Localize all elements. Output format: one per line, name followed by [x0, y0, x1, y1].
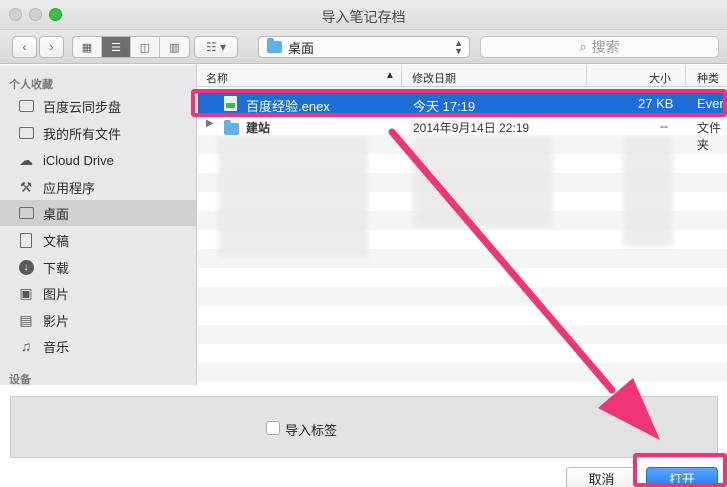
sidebar-item-icloud[interactable]: ☁ iCloud Drive [0, 147, 196, 173]
location-popup[interactable]: 桌面 ▲ ▼ [258, 36, 470, 58]
cloud-icon: ☁ [19, 151, 33, 168]
sidebar-item-label: 我的所有文件 [43, 126, 122, 142]
grid-arrange-icon: ☷ ▾ [205, 40, 227, 54]
sidebar-item-label: 图片 [43, 286, 70, 302]
sidebar-item-label: 下载 [43, 260, 70, 276]
toolbar: ‹ › ▦ ☰ ◫ ▥ ☷ ▾ 桌面 ▲ ▼ ⌕ 搜索 [0, 30, 727, 64]
sidebar-item-label: 文稿 [43, 233, 70, 249]
sidebar-item-label: 桌面 [43, 206, 70, 222]
sidebar-item-movies[interactable]: ▤ 影片 [0, 307, 196, 333]
table-row[interactable]: ▶ 建站 2014年9月14日 22:19 -- 文件夹 [198, 116, 727, 152]
sidebar-item-documents[interactable]: 文稿 [0, 227, 196, 253]
blurred-content [413, 137, 553, 227]
chevron-left-icon: ‹ [22, 40, 27, 54]
blurred-content [623, 137, 673, 247]
import-tags-checkbox[interactable] [266, 421, 280, 435]
applications-icon: ⚒ [19, 178, 33, 195]
column-header: 名称 ▲ 修改日期 大小 种类 [198, 65, 727, 87]
sidebar-item-music[interactable]: ♫ 音乐 [0, 333, 196, 359]
blurred-content [218, 137, 368, 257]
document-icon [17, 232, 35, 248]
column-kind[interactable]: 种类 [697, 70, 719, 86]
folder-icon [224, 120, 239, 135]
sidebar-item-label: 应用程序 [43, 180, 96, 196]
forward-button[interactable]: › [39, 36, 64, 58]
chevron-right-icon: › [49, 40, 54, 54]
back-button[interactable]: ‹ [12, 36, 37, 58]
film-icon: ▤ [19, 311, 33, 328]
sidebar-item-baidu-sync[interactable]: 百度云同步盘 [0, 93, 196, 119]
sidebar-item-desktop[interactable]: 桌面 [0, 200, 196, 226]
column-size[interactable]: 大小 [649, 70, 671, 86]
sidebar: 个人收藏 百度云同步盘 我的所有文件 ☁ iCloud Drive ⚒ 应用程序… [0, 65, 197, 385]
sidebar-item-label: iCloud Drive [43, 152, 114, 168]
title-bar: 导入笔记存档 [0, 0, 727, 30]
sort-ascending-icon: ▲ [385, 70, 395, 81]
coverflow-view-button[interactable]: ▥ [160, 37, 189, 57]
view-mode-segmented: ▦ ☰ ◫ ▥ [72, 36, 190, 58]
cancel-button[interactable]: 取消 [566, 467, 637, 487]
location-label: 桌面 [288, 40, 315, 56]
sidebar-item-label: 影片 [43, 313, 70, 329]
arrange-button[interactable]: ☷ ▾ [194, 36, 238, 58]
list-view-button[interactable]: ☰ [102, 37, 131, 57]
search-placeholder: 搜索 [591, 39, 620, 55]
column-view-button[interactable]: ◫ [131, 37, 160, 57]
window-title: 导入笔记存档 [321, 9, 406, 25]
column-modified[interactable]: 修改日期 [412, 70, 456, 86]
all-files-icon [17, 125, 35, 141]
folder-icon [267, 38, 282, 53]
sidebar-item-label: 百度云同步盘 [43, 99, 122, 115]
updown-arrows-icon: ▲ ▼ [454, 38, 463, 56]
column-name[interactable]: 名称 [206, 70, 228, 86]
import-tags-label: 导入标签 [285, 423, 338, 438]
file-size: -- [660, 119, 668, 133]
sidebar-header-favorites: 个人收藏 [9, 79, 53, 91]
download-icon: ↓ [17, 259, 35, 275]
sidebar-header-devices: 设备 [9, 374, 31, 385]
disclosure-triangle-icon[interactable]: ▶ [206, 118, 214, 129]
search-icon: ⌕ [579, 39, 587, 54]
annotation-highlight-file [191, 89, 727, 117]
sidebar-item-all-files[interactable]: 我的所有文件 [0, 120, 196, 146]
desktop-icon [17, 205, 35, 221]
music-icon: ♫ [20, 338, 32, 354]
sidebar-item-label: 音乐 [43, 339, 70, 355]
icon-view-button[interactable]: ▦ [73, 37, 102, 57]
sidebar-item-downloads[interactable]: ↓ 下载 [0, 254, 196, 280]
annotation-highlight-open [633, 453, 727, 487]
folder-icon [17, 98, 35, 114]
file-kind: 文件夹 [697, 121, 722, 152]
sidebar-item-applications[interactable]: ⚒ 应用程序 [0, 174, 196, 200]
file-name: 建站 [246, 121, 271, 135]
camera-icon: ▣ [19, 284, 33, 301]
search-field[interactable]: ⌕ 搜索 [480, 36, 719, 58]
sidebar-item-pictures[interactable]: ▣ 图片 [0, 280, 196, 306]
file-modified: 2014年9月14日 22:19 [413, 121, 530, 135]
options-panel: 导入标签 [10, 396, 718, 458]
